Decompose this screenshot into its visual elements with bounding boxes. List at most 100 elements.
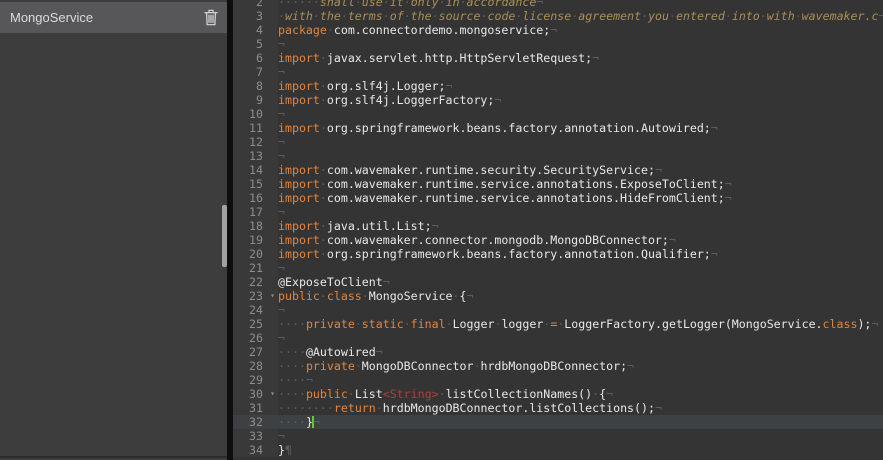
line-number: 29 — [233, 373, 278, 387]
code-line[interactable]: 11import·org.springframework.beans.facto… — [233, 121, 883, 135]
code-line[interactable]: 30▾····public·List<String>·listCollectio… — [233, 387, 883, 401]
code-text: import·org.slf4j.Logger;¬ — [278, 79, 883, 93]
code-line[interactable]: 14import·com.wavemaker.runtime.security.… — [233, 163, 883, 177]
line-number: 24 — [233, 303, 278, 317]
code-text: ¬ — [278, 331, 883, 345]
service-list-panel: MongoService — [0, 0, 227, 458]
line-number: 15 — [233, 177, 278, 191]
delete-service-button[interactable] — [202, 9, 220, 27]
code-line[interactable]: 20import·org.springframework.beans.facto… — [233, 247, 883, 261]
code-line[interactable]: 2······shall·use·it·only·in·accordance¬ — [233, 0, 883, 9]
line-number: 18 — [233, 219, 278, 233]
code-text: import·org.slf4j.LoggerFactory;¬ — [278, 93, 883, 107]
line-number: 12 — [233, 135, 278, 149]
line-number: 7 — [233, 65, 278, 79]
code-content: 2······shall·use·it·only·in·accordance¬3… — [233, 0, 883, 457]
code-line[interactable]: 22@ExposeToClient¬ — [233, 275, 883, 289]
line-number: 21 — [233, 261, 278, 275]
code-text: ¬ — [278, 429, 883, 443]
code-line[interactable]: 7¬ — [233, 65, 883, 79]
code-line[interactable]: 23▾public·class·MongoService·{¬ — [233, 289, 883, 303]
line-number: 10 — [233, 107, 278, 121]
code-text: package·com.connectordemo.mongoservice;¬ — [278, 23, 883, 37]
code-line[interactable]: 28····private·MongoDBConnector·hrdbMongo… — [233, 359, 883, 373]
line-number: 14 — [233, 163, 278, 177]
code-text: ¬ — [278, 65, 883, 79]
line-number: 30▾ — [233, 387, 278, 401]
code-line[interactable]: 13¬ — [233, 149, 883, 163]
code-line[interactable]: 34}¶ — [233, 443, 883, 457]
line-number: 28 — [233, 359, 278, 373]
code-text: import·com.wavemaker.runtime.service.ann… — [278, 191, 883, 205]
code-text: ·with·the·terms·of·the·source·code·licen… — [278, 9, 883, 23]
code-text: public·class·MongoService·{¬ — [278, 289, 883, 303]
line-number: 19 — [233, 233, 278, 247]
code-text: ¬ — [278, 261, 883, 275]
code-line[interactable]: 19import·com.wavemaker.connector.mongodb… — [233, 233, 883, 247]
code-text: ¬ — [278, 149, 883, 163]
code-text: ····¬ — [278, 373, 883, 387]
code-line[interactable]: 29····¬ — [233, 373, 883, 387]
code-line[interactable]: 10¬ — [233, 107, 883, 121]
code-line[interactable]: 31········return·hrdbMongoDBConnector.li… — [233, 401, 883, 415]
code-line[interactable]: 32····}¬ — [233, 415, 883, 429]
code-line[interactable]: 33¬ — [233, 429, 883, 443]
code-line[interactable]: 9import·org.slf4j.LoggerFactory;¬ — [233, 93, 883, 107]
code-text: ¬ — [278, 107, 883, 121]
line-number: 8 — [233, 79, 278, 93]
code-line[interactable]: 6import·javax.servlet.http.HttpServletRe… — [233, 51, 883, 65]
code-text: import·com.wavemaker.connector.mongodb.M… — [278, 233, 883, 247]
fold-toggle-icon[interactable]: ▾ — [270, 290, 275, 302]
line-number: 13 — [233, 149, 278, 163]
sidebar-scrollbar-thumb[interactable] — [222, 205, 227, 267]
code-text: ····private·static·final·Logger·logger·=… — [278, 317, 883, 331]
fold-toggle-icon[interactable]: ▾ — [270, 388, 275, 400]
line-number: 32 — [233, 415, 278, 429]
code-line[interactable]: 21¬ — [233, 261, 883, 275]
line-number: 11 — [233, 121, 278, 135]
sidebar-item-mongoservice[interactable]: MongoService — [0, 2, 227, 33]
code-line[interactable]: 8import·org.slf4j.Logger;¬ — [233, 79, 883, 93]
code-line[interactable]: 4package·com.connectordemo.mongoservice;… — [233, 23, 883, 37]
code-text: ¬ — [278, 135, 883, 149]
line-number: 27 — [233, 345, 278, 359]
code-text: ····private·MongoDBConnector·hrdbMongoDB… — [278, 359, 883, 373]
code-line[interactable]: 17¬ — [233, 205, 883, 219]
code-text: import·org.springframework.beans.factory… — [278, 247, 883, 261]
code-line[interactable]: 24¬ — [233, 303, 883, 317]
code-line[interactable]: 18import·java.util.List;¬ — [233, 219, 883, 233]
code-editor[interactable]: 2······shall·use·it·only·in·accordance¬3… — [233, 0, 883, 460]
code-text: import·javax.servlet.http.HttpServletReq… — [278, 51, 883, 65]
code-line[interactable]: 3·with·the·terms·of·the·source·code·lice… — [233, 9, 883, 23]
line-number: 5 — [233, 37, 278, 51]
code-text: ¬ — [278, 37, 883, 51]
code-line[interactable]: 15import·com.wavemaker.runtime.service.a… — [233, 177, 883, 191]
code-text: import·com.wavemaker.runtime.security.Se… — [278, 163, 883, 177]
code-line[interactable]: 5¬ — [233, 37, 883, 51]
line-number: 16 — [233, 191, 278, 205]
code-text: ¬ — [278, 205, 883, 219]
line-number: 25 — [233, 317, 278, 331]
code-line[interactable]: 16import·com.wavemaker.runtime.service.a… — [233, 191, 883, 205]
line-number: 17 — [233, 205, 278, 219]
code-line[interactable]: 26¬ — [233, 331, 883, 345]
code-text: import·java.util.List;¬ — [278, 219, 883, 233]
line-number: 23▾ — [233, 289, 278, 303]
line-number: 3 — [233, 9, 278, 23]
code-line[interactable]: 12¬ — [233, 135, 883, 149]
code-text: ······shall·use·it·only·in·accordance¬ — [278, 0, 883, 9]
code-text: ····public·List<String>·listCollectionNa… — [278, 387, 883, 401]
line-number: 9 — [233, 93, 278, 107]
code-text: ····}¬ — [278, 415, 883, 429]
trash-icon — [204, 9, 218, 26]
sidebar-item-label: MongoService — [10, 10, 93, 25]
line-number: 20 — [233, 247, 278, 261]
code-line[interactable]: 27····@Autowired¬ — [233, 345, 883, 359]
code-text: import·org.springframework.beans.factory… — [278, 121, 883, 135]
line-number: 33 — [233, 429, 278, 443]
code-text: ¬ — [278, 303, 883, 317]
line-number: 31 — [233, 401, 278, 415]
code-line[interactable]: 25····private·static·final·Logger·logger… — [233, 317, 883, 331]
line-number: 22 — [233, 275, 278, 289]
code-text: }¶ — [278, 443, 883, 457]
